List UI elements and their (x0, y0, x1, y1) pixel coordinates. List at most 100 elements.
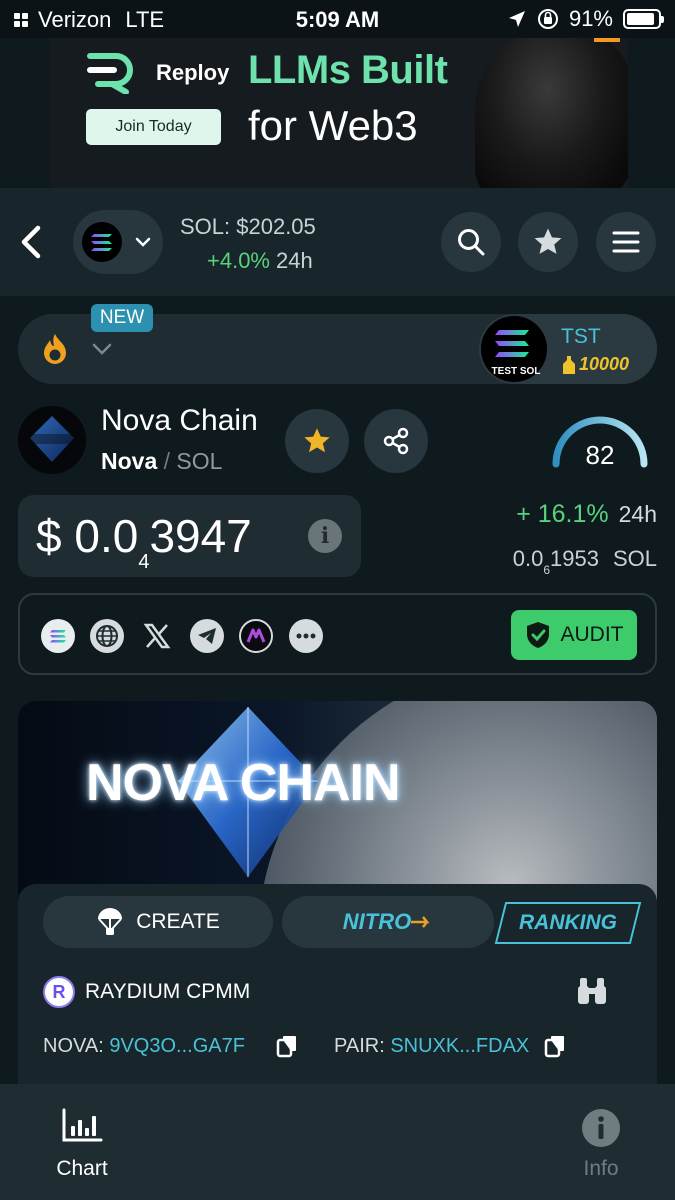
tab-info-label: Info (583, 1157, 619, 1180)
info-icon (582, 1109, 620, 1147)
x-icon[interactable] (140, 619, 174, 653)
token-app-icon[interactable] (239, 619, 273, 653)
token-logo (18, 406, 86, 474)
price-zero-count: 4 (138, 551, 150, 573)
banner-title: NOVA CHAIN (86, 754, 401, 812)
tab-chart[interactable]: Chart (32, 1108, 132, 1181)
chevron-down-icon[interactable] (90, 340, 114, 358)
solana-icon (82, 222, 122, 262)
token-sol-price: 0.061953 SOL (512, 546, 657, 577)
chain-selector[interactable] (73, 210, 163, 274)
token-change-period: 24h (618, 501, 657, 527)
test-sol-logo-text: TEST SOL (491, 366, 541, 377)
tst-amount: 10000 (561, 354, 629, 375)
sol-price-zero-count: 6 (543, 563, 551, 577)
sol-price-digits: 1953 (550, 546, 599, 571)
reploy-logo-icon (87, 53, 133, 94)
sol-price-change: +4.0% 24h (207, 248, 313, 274)
token-actions-panel: CREATE NITRO RANKING R RAYDIUM CPMM NOVA… (18, 884, 657, 1084)
token-change: + 16.1% 24h (516, 500, 657, 529)
chevron-down-icon (135, 237, 151, 247)
pair-address[interactable]: SNUXK...FDAX (390, 1035, 529, 1057)
create-label: CREATE (136, 910, 220, 933)
token-price: $ 0.043947 (36, 509, 252, 573)
ad-image (475, 38, 628, 188)
test-sol-logo: TEST SOL (479, 314, 549, 384)
test-sol-card[interactable]: TEST SOL TST 10000 (479, 314, 657, 384)
sol-price-unit: SOL (612, 546, 657, 571)
ad-headline: LLMs Built (248, 48, 448, 92)
search-button[interactable] (441, 212, 501, 272)
raydium-icon: R (43, 976, 75, 1008)
join-today-button[interactable]: Join Today (86, 109, 221, 145)
telegram-icon[interactable] (190, 619, 224, 653)
hamburger-icon (612, 231, 640, 253)
battery-icon (623, 9, 664, 29)
copy-icon[interactable] (276, 1034, 298, 1058)
audit-button[interactable]: AUDIT (511, 610, 637, 660)
share-button[interactable] (364, 409, 428, 473)
token-pair: Nova / SOL (101, 448, 222, 475)
chevron-left-icon (21, 225, 41, 259)
ranking-label: RANKING (519, 911, 617, 934)
ranking-button[interactable]: RANKING (494, 902, 642, 944)
copy-icon[interactable] (544, 1034, 566, 1058)
battery-percent: 91% (568, 6, 613, 31)
price-prefix: $ 0.0 (36, 510, 139, 562)
quote-symbol: SOL (176, 448, 223, 474)
more-icon[interactable] (289, 619, 323, 653)
bottle-icon (563, 355, 575, 374)
ad-subheadline: for Web3 (248, 102, 418, 149)
token-address-line: NOVA: 9VQ3O...GA7F (43, 1035, 245, 1058)
pair-address-label: PAIR: (334, 1035, 385, 1057)
watchlist-button[interactable] (518, 212, 578, 272)
links-row: AUDIT (18, 593, 657, 675)
token-price-box: $ 0.043947 i (18, 495, 361, 577)
nitro-label: NITRO (342, 909, 412, 934)
star-icon (304, 428, 330, 453)
fire-icon (44, 334, 66, 364)
dex-name: RAYDIUM CPMM (85, 980, 251, 1003)
token-banner-image: NOVA CHAIN (18, 701, 657, 901)
shield-check-icon (526, 622, 549, 648)
tst-name: TST (561, 325, 601, 348)
tst-amount-value: 10000 (579, 354, 630, 374)
sol-change-value: +4.0% (207, 248, 270, 273)
token-change-value: + 16.1% (516, 500, 609, 528)
binoculars-icon[interactable] (576, 976, 608, 1006)
token-header: SOL: $202.05 +4.0% 24h (0, 188, 675, 296)
info-icon[interactable]: i (308, 519, 342, 553)
score-value: 82 (585, 440, 615, 470)
bottom-tab-bar: Chart Info (0, 1084, 675, 1200)
token-name: Nova Chain (101, 404, 258, 437)
sol-price-prefix: 0.0 (512, 546, 544, 571)
audit-label: AUDIT (560, 623, 624, 646)
location-arrow-icon (508, 11, 525, 27)
search-icon (458, 229, 485, 256)
create-button[interactable]: CREATE (43, 896, 273, 948)
back-button[interactable] (16, 224, 48, 260)
share-icon (383, 427, 409, 455)
bar-chart-icon (62, 1108, 103, 1142)
menu-button[interactable] (596, 212, 656, 272)
orientation-lock-icon (537, 9, 558, 29)
sol-price-label: SOL: $202.05 (180, 214, 316, 239)
bolt-icon (411, 916, 430, 928)
nitro-button[interactable]: NITRO (282, 896, 494, 948)
solana-icon[interactable] (41, 619, 75, 653)
favorite-button[interactable] (285, 409, 349, 473)
star-icon (534, 228, 562, 254)
token-address[interactable]: 9VQ3O...GA7F (109, 1035, 245, 1057)
new-badge: NEW (91, 304, 153, 332)
token-symbol: Nova (101, 448, 158, 474)
tab-chart-label: Chart (56, 1157, 108, 1180)
price-digits: 3947 (149, 510, 252, 562)
ad-brand: Reploy (156, 60, 230, 85)
pair-separator: / (163, 448, 171, 474)
pair-address-line: PAIR: SNUXK...FDAX (334, 1035, 529, 1058)
ad-marker (594, 38, 620, 42)
globe-icon[interactable] (90, 619, 124, 653)
tab-info[interactable]: Info (551, 1108, 651, 1181)
ad-banner[interactable]: Reploy Join Today LLMs Built for Web3 (50, 38, 628, 188)
status-bar: Verizon LTE 5:09 AM 91% (0, 0, 675, 38)
